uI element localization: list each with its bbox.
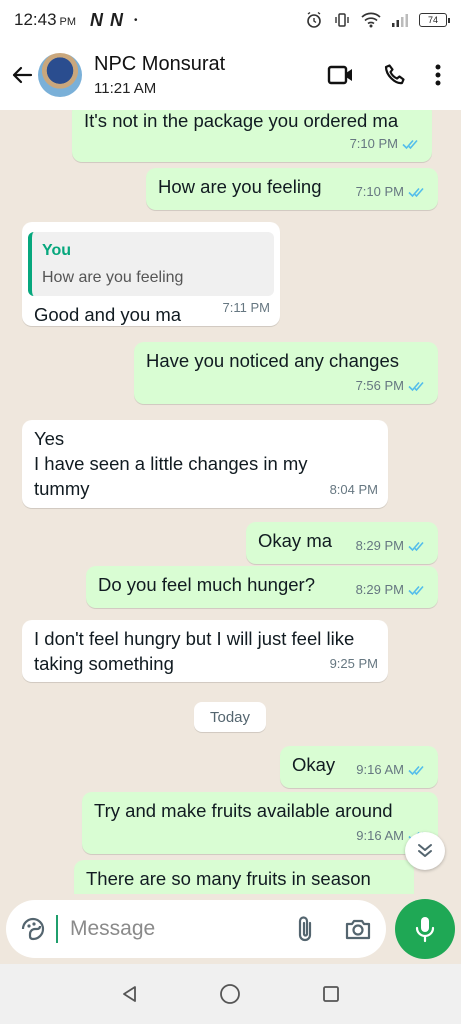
message-bubble-outgoing[interactable]: Okay 9:16 AM <box>280 746 438 788</box>
composer-bar <box>0 894 461 964</box>
message-input[interactable] <box>70 917 270 941</box>
message-text: Have you noticed any changes <box>146 350 400 371</box>
message-text: It's not in the package you ordered ma <box>84 110 399 131</box>
paperclip-icon[interactable] <box>296 915 314 943</box>
message-time: 7:11 PM <box>222 300 270 315</box>
message-bubble-outgoing[interactable]: It's not in the package you ordered ma 7… <box>72 110 432 162</box>
double-check-icon <box>408 541 424 551</box>
camera-icon[interactable] <box>344 917 372 941</box>
sticker-icon[interactable] <box>20 916 46 942</box>
composer-icons <box>296 915 372 943</box>
status-bar: 12:43 PM N N • 74 <box>0 0 461 40</box>
more-vertical-icon[interactable] <box>435 64 441 86</box>
double-chevron-down-icon <box>418 844 432 857</box>
battery-indicator: 74 <box>419 13 450 27</box>
message-bubble-outgoing[interactable]: Do you feel much hunger? 8:29 PM <box>86 566 438 608</box>
network-badges: N N <box>90 9 125 30</box>
chat-area[interactable]: It's not in the package you ordered ma 7… <box>0 110 461 894</box>
message-meta: 7:10 PM <box>350 131 422 156</box>
message-meta: 9:16 AM <box>356 757 428 782</box>
contact-name: NPC Monsurat <box>94 53 226 75</box>
quote-text: How are you feeling <box>42 269 184 286</box>
nav-recents-icon[interactable] <box>321 984 341 1004</box>
message-bubble-outgoing[interactable]: Try and make fruits available around 9:1… <box>82 792 438 854</box>
nav-home-icon[interactable] <box>219 983 241 1005</box>
message-bubble-incoming[interactable]: Yes I have seen a little changes in my t… <box>22 420 388 508</box>
arrow-left-icon <box>12 66 33 84</box>
double-check-icon <box>408 187 424 197</box>
video-camera-icon[interactable] <box>327 64 355 86</box>
status-dot: • <box>134 14 138 26</box>
date-separator: Today <box>194 702 266 732</box>
message-time: 8:29 PM <box>355 582 404 597</box>
back-button[interactable] <box>8 61 36 89</box>
message-meta: 7:11 PM <box>223 295 270 320</box>
message-meta: 7:56 PM <box>356 373 428 398</box>
quote-author: You <box>42 242 72 259</box>
message-time: 9:16 AM <box>356 828 404 843</box>
message-bubble-incoming[interactable]: You How are you feeling Good and you ma … <box>22 222 280 326</box>
message-text: Try and make fruits available around <box>94 800 393 821</box>
header-actions <box>327 63 453 87</box>
voice-record-button[interactable] <box>395 899 455 959</box>
message-bubble-incoming[interactable]: I don't feel hungry but I will just feel… <box>22 620 388 682</box>
message-time: 8:04 PM <box>329 482 378 497</box>
message-text: Yes I have seen a little changes in my t… <box>34 428 308 499</box>
message-meta: 8:04 PM <box>330 477 378 502</box>
scroll-to-bottom-button[interactable] <box>405 832 445 870</box>
composer-box <box>6 900 386 958</box>
contact-info[interactable]: NPC Monsurat 11:21 AM <box>94 53 225 97</box>
message-meta: 9:25 PM <box>330 651 378 676</box>
message-time: 9:25 PM <box>329 656 378 671</box>
message-time: 7:10 PM <box>355 184 404 199</box>
double-check-icon <box>408 585 424 595</box>
vibrate-icon <box>335 13 349 27</box>
double-check-icon <box>408 381 424 391</box>
message-text: There are so many fruits in season <box>86 868 371 889</box>
message-meta: 8:29 PM <box>356 533 428 558</box>
signal-icon <box>392 14 408 27</box>
message-bubble-outgoing[interactable]: There are so many fruits in season <box>74 860 414 894</box>
phone-icon[interactable] <box>383 63 407 87</box>
double-check-icon <box>402 139 418 149</box>
message-time: 9:16 AM <box>356 762 404 777</box>
contact-last-seen: 11:21 AM <box>94 80 157 97</box>
status-time: 12:43 PM <box>14 10 77 29</box>
message-meta: 7:10 PM <box>356 179 428 204</box>
text-caret <box>56 915 58 943</box>
message-time: 8:29 PM <box>355 538 404 553</box>
message-time: 7:10 PM <box>349 136 398 151</box>
system-nav-bar <box>0 964 461 1024</box>
chat-header: NPC Monsurat 11:21 AM <box>0 40 461 110</box>
status-icons: 74 <box>305 11 450 29</box>
message-bubble-outgoing[interactable]: Okay ma 8:29 PM <box>246 522 438 564</box>
quoted-reply[interactable]: You How are you feeling <box>28 232 274 296</box>
message-text: I don't feel hungry but I will just feel… <box>34 628 355 674</box>
message-time: 7:56 PM <box>355 378 404 393</box>
avatar[interactable] <box>38 53 82 97</box>
nav-back-icon[interactable] <box>120 984 140 1004</box>
message-meta: 8:29 PM <box>356 577 428 602</box>
double-check-icon <box>408 765 424 775</box>
microphone-icon <box>415 917 435 943</box>
message-bubble-outgoing[interactable]: Have you noticed any changes 7:56 PM <box>134 342 438 404</box>
wifi-icon <box>361 12 381 28</box>
alarm-icon <box>307 11 321 28</box>
message-bubble-outgoing[interactable]: How are you feeling 7:10 PM <box>146 168 438 210</box>
